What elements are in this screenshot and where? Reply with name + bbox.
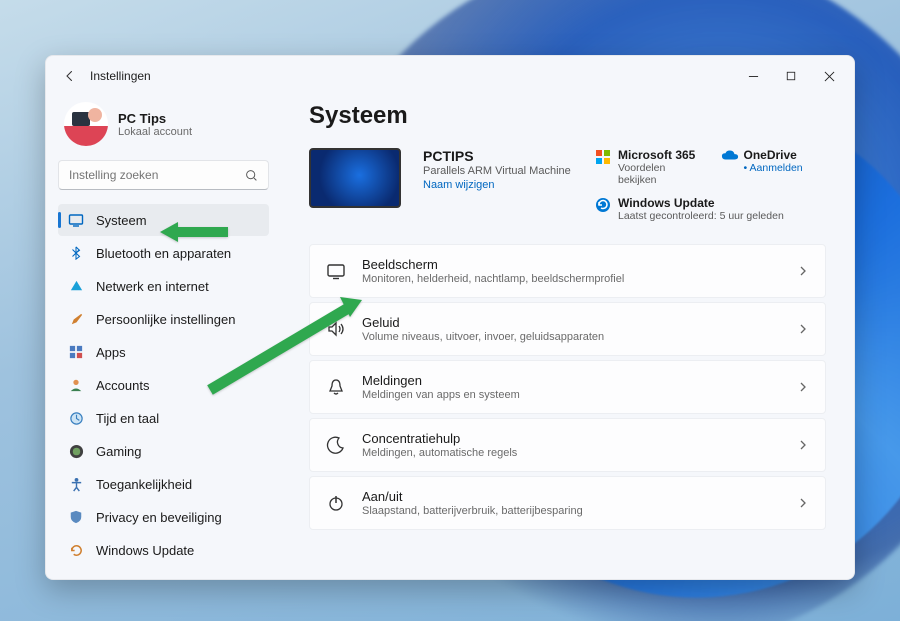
- nav-item-apps[interactable]: Apps: [58, 336, 269, 368]
- accessibility-icon: [68, 476, 84, 492]
- chevron-right-icon: [797, 497, 809, 509]
- sound-icon: [326, 319, 346, 339]
- nav-item-netwerk[interactable]: Netwerk en internet: [58, 270, 269, 302]
- setting-title: Meldingen: [362, 373, 781, 388]
- sidebar: PC Tips Lokaal account Systeem Bluetooth…: [46, 96, 281, 579]
- ms365-icon: [595, 149, 611, 165]
- search-icon: [245, 169, 258, 182]
- setting-aanuit[interactable]: Aan/uit Slaapstand, batterijverbruik, ba…: [309, 476, 826, 530]
- nav-list: Systeem Bluetooth en apparaten Netwerk e…: [58, 204, 269, 566]
- nav-item-toegankelijkheid[interactable]: Toegankelijkheid: [58, 468, 269, 500]
- nav-label: Accounts: [96, 378, 149, 393]
- nav-label: Gaming: [96, 444, 142, 459]
- card-ms365[interactable]: Microsoft 365 Voordelen bekijken: [595, 148, 701, 186]
- update-badge-icon: [595, 197, 611, 213]
- nav-label: Netwerk en internet: [96, 279, 209, 294]
- nav-label: Privacy en beveiliging: [96, 510, 222, 525]
- person-icon: [68, 377, 84, 393]
- nav-label: Bluetooth en apparaten: [96, 246, 231, 261]
- search-input[interactable]: [69, 168, 230, 182]
- chevron-right-icon: [797, 265, 809, 277]
- titlebar: Instellingen: [46, 56, 854, 96]
- card-sub: Aanmelden: [744, 162, 803, 174]
- gaming-icon: [68, 443, 84, 459]
- search-box[interactable]: [58, 160, 269, 190]
- display-icon: [326, 261, 346, 281]
- shield-icon: [68, 509, 84, 525]
- close-button[interactable]: [822, 69, 836, 83]
- nav-label: Persoonlijke instellingen: [96, 312, 235, 327]
- card-sub: Voordelen bekijken: [618, 162, 701, 186]
- nav-label: Tijd en taal: [96, 411, 159, 426]
- nav-item-privacy[interactable]: Privacy en beveiliging: [58, 501, 269, 533]
- card-onedrive[interactable]: OneDrive Aanmelden: [721, 148, 827, 186]
- window-controls: [746, 69, 846, 83]
- setting-concentratiehulp[interactable]: Concentratiehulp Meldingen, automatische…: [309, 418, 826, 472]
- chevron-right-icon: [797, 439, 809, 451]
- apps-icon: [68, 344, 84, 360]
- nav-label: Toegankelijkheid: [96, 477, 192, 492]
- pc-thumbnail: [309, 148, 401, 208]
- nav-item-bluetooth[interactable]: Bluetooth en apparaten: [58, 237, 269, 269]
- nav-item-tijd[interactable]: Tijd en taal: [58, 402, 269, 434]
- moon-icon: [326, 435, 346, 455]
- nav-item-gaming[interactable]: Gaming: [58, 435, 269, 467]
- system-icon: [68, 212, 84, 228]
- setting-sub: Slaapstand, batterijverbruik, batterijbe…: [362, 505, 781, 517]
- card-update[interactable]: Windows Update Laatst gecontroleerd: 5 u…: [595, 196, 826, 222]
- setting-title: Beeldscherm: [362, 257, 781, 272]
- back-button[interactable]: [64, 70, 76, 82]
- nav-label: Apps: [96, 345, 126, 360]
- setting-sub: Meldingen, automatische regels: [362, 447, 781, 459]
- setting-sub: Monitoren, helderheid, nachtlamp, beelds…: [362, 273, 781, 285]
- window-title: Instellingen: [90, 69, 151, 83]
- settings-list: Beeldscherm Monitoren, helderheid, nacht…: [309, 244, 826, 530]
- page-title: Systeem: [309, 102, 826, 130]
- setting-title: Concentratiehulp: [362, 431, 781, 446]
- nav-label: Systeem: [96, 213, 147, 228]
- settings-window: Instellingen PC Tips Lokaal account: [45, 55, 855, 580]
- setting-beeldscherm[interactable]: Beeldscherm Monitoren, helderheid, nacht…: [309, 244, 826, 298]
- nav-item-accounts[interactable]: Accounts: [58, 369, 269, 401]
- minimize-button[interactable]: [746, 69, 760, 83]
- clock-icon: [68, 410, 84, 426]
- card-title: Windows Update: [618, 196, 784, 210]
- maximize-button[interactable]: [784, 69, 798, 83]
- wifi-icon: [68, 278, 84, 294]
- nav-item-persoonlijk[interactable]: Persoonlijke instellingen: [58, 303, 269, 335]
- setting-geluid[interactable]: Geluid Volume niveaus, uitvoer, invoer, …: [309, 302, 826, 356]
- profile-sub: Lokaal account: [118, 126, 192, 138]
- setting-title: Geluid: [362, 315, 781, 330]
- onedrive-icon: [721, 149, 737, 165]
- chevron-right-icon: [797, 323, 809, 335]
- update-icon: [68, 542, 84, 558]
- pc-name: PCTIPS: [423, 148, 573, 164]
- setting-meldingen[interactable]: Meldingen Meldingen van apps en systeem: [309, 360, 826, 414]
- main-content: Systeem PCTIPS Parallels ARM Virtual Mac…: [281, 96, 854, 579]
- brush-icon: [68, 311, 84, 327]
- setting-sub: Meldingen van apps en systeem: [362, 389, 781, 401]
- setting-sub: Volume niveaus, uitvoer, invoer, geluids…: [362, 331, 781, 343]
- rename-link[interactable]: Naam wijzigen: [423, 179, 573, 191]
- nav-label: Windows Update: [96, 543, 194, 558]
- profile-name: PC Tips: [118, 111, 192, 126]
- pc-model: Parallels ARM Virtual Machine: [423, 165, 573, 177]
- avatar: [64, 102, 108, 146]
- profile-block[interactable]: PC Tips Lokaal account: [58, 96, 269, 160]
- pc-info-row: PCTIPS Parallels ARM Virtual Machine Naa…: [309, 148, 826, 222]
- setting-title: Aan/uit: [362, 489, 781, 504]
- bluetooth-icon: [68, 245, 84, 261]
- card-title: OneDrive: [744, 148, 803, 162]
- card-title: Microsoft 365: [618, 148, 701, 162]
- nav-item-update[interactable]: Windows Update: [58, 534, 269, 566]
- power-icon: [326, 493, 346, 513]
- card-sub: Laatst gecontroleerd: 5 uur geleden: [618, 210, 784, 222]
- nav-item-systeem[interactable]: Systeem: [58, 204, 269, 236]
- bell-icon: [326, 377, 346, 397]
- chevron-right-icon: [797, 381, 809, 393]
